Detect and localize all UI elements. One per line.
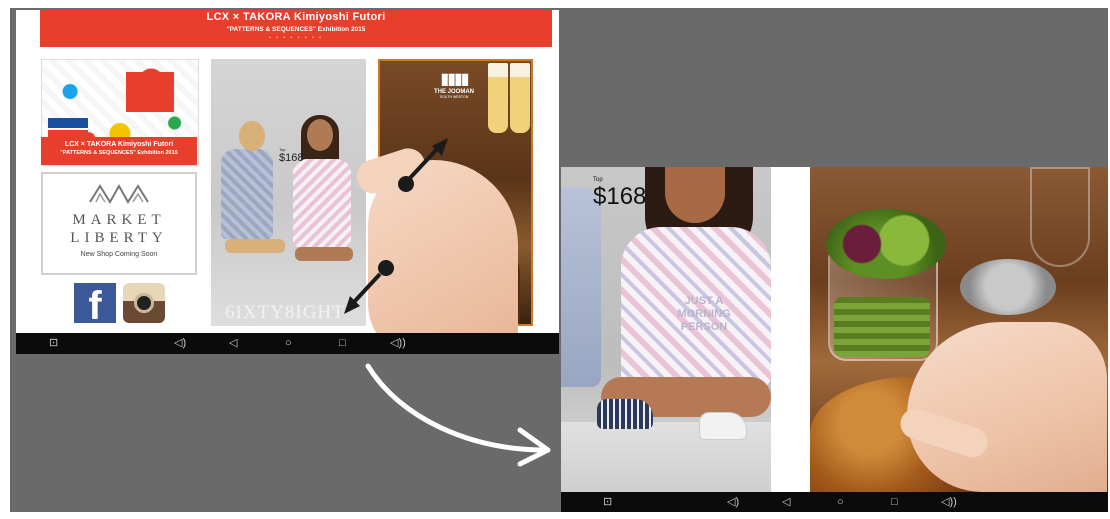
shirt-slogan: JUST A MORNING PERSON — [677, 295, 731, 333]
instagram-icon[interactable] — [123, 283, 165, 323]
exhibition-banner[interactable]: LCX × TAKORA Kimiyoshi Futori "PATTERNS … — [40, 10, 552, 47]
volume-down-icon[interactable]: ◁) — [174, 336, 186, 350]
fashion-price: Top $168 — [279, 147, 303, 164]
recents-icon[interactable]: □ — [339, 336, 346, 350]
recents-icon[interactable]: □ — [891, 495, 898, 509]
zoom-arrow-up-icon — [398, 138, 448, 192]
volume-up-icon[interactable]: ◁)) — [941, 495, 957, 509]
pinch-hand — [896, 322, 1107, 492]
restaurant-subtitle: SOUTH WESTON — [439, 95, 469, 99]
back-icon[interactable]: ◁ — [782, 495, 790, 509]
facebook-glyph: f — [88, 284, 102, 328]
model-right-head — [307, 119, 333, 151]
model-left-legs — [225, 239, 285, 253]
salad-greens — [826, 209, 946, 279]
model-left-head — [239, 121, 265, 151]
model-left-body — [221, 149, 273, 239]
tablet-screen-after-zoom: JUST A MORNING PERSON Top $168 ⊡ ◁) ◁ ○ … — [561, 167, 1108, 512]
house-graphic — [126, 72, 174, 112]
banner-title: LCX × TAKORA Kimiyoshi Futori — [206, 11, 386, 23]
drink-glass — [510, 63, 530, 133]
salad-contents — [834, 297, 930, 357]
sneaker — [597, 399, 653, 429]
market-name-line2: LIBERTY — [70, 230, 168, 246]
home-icon[interactable]: ○ — [285, 336, 292, 350]
zoomed-price: Top $168 — [593, 177, 646, 210]
home-icon[interactable]: ○ — [837, 495, 844, 509]
facebook-icon[interactable]: f — [74, 283, 116, 328]
banner-subtitle: "PATTERNS & SEQUENCES" Exhibition 2015 — [226, 26, 366, 33]
art-caption-line1: LCX × TAKORA Kimiyoshi Futori — [64, 141, 174, 148]
android-nav-bar: ⊡ ◁) ◁ ○ □ ◁)) — [16, 333, 559, 354]
flag-graphic — [48, 118, 88, 138]
art-caption-line2: "PATTERNS & SEQUENCES" Exhibition 2015 — [60, 150, 178, 156]
jar-lid — [960, 259, 1056, 315]
camera-lens — [134, 293, 154, 313]
screenshot-icon[interactable]: ⊡ — [49, 336, 58, 350]
market-name-line1: MARKET — [72, 212, 166, 228]
carousel-dots[interactable]: • • • • • • • • — [40, 35, 552, 41]
model-right-body — [293, 159, 351, 247]
screenshot-icon[interactable]: ⊡ — [603, 495, 612, 509]
art-tile-caption[interactable]: LCX × TAKORA Kimiyoshi Futori "PATTERNS … — [41, 137, 197, 165]
price-value: $168 — [593, 183, 647, 210]
wine-glass — [1030, 167, 1090, 267]
zoom-arrow-down-icon — [344, 260, 394, 314]
transition-arrow-icon — [365, 363, 551, 467]
brand-name: 6IXTY8IGHT — [225, 302, 345, 323]
restaurant-logo: ▮▮▮▮ THE JOOMAN SOUTH WESTON — [432, 71, 476, 99]
volume-down-icon[interactable]: ◁) — [727, 495, 739, 509]
market-note: New Shop Coming Soon — [80, 251, 158, 258]
price-value: $168 — [279, 152, 304, 164]
market-liberty-logo-icon — [43, 180, 195, 211]
android-nav-bar: ⊡ ◁) ◁ ○ □ ◁)) — [561, 492, 1108, 512]
zoomed-fashion-tile[interactable]: JUST A MORNING PERSON Top $168 — [561, 167, 771, 492]
model-left-partial — [561, 187, 601, 387]
volume-up-icon[interactable]: ◁)) — [390, 336, 406, 350]
bottles-icon: ▮▮▮▮ — [440, 71, 469, 88]
drink-glass — [488, 63, 508, 133]
market-liberty-tile[interactable]: MARKET LIBERTY New Shop Coming Soon — [41, 172, 197, 275]
tablet-screen-before-zoom: LCX × TAKORA Kimiyoshi Futori "PATTERNS … — [16, 10, 559, 354]
sneaker — [699, 412, 747, 440]
back-icon[interactable]: ◁ — [229, 336, 237, 350]
